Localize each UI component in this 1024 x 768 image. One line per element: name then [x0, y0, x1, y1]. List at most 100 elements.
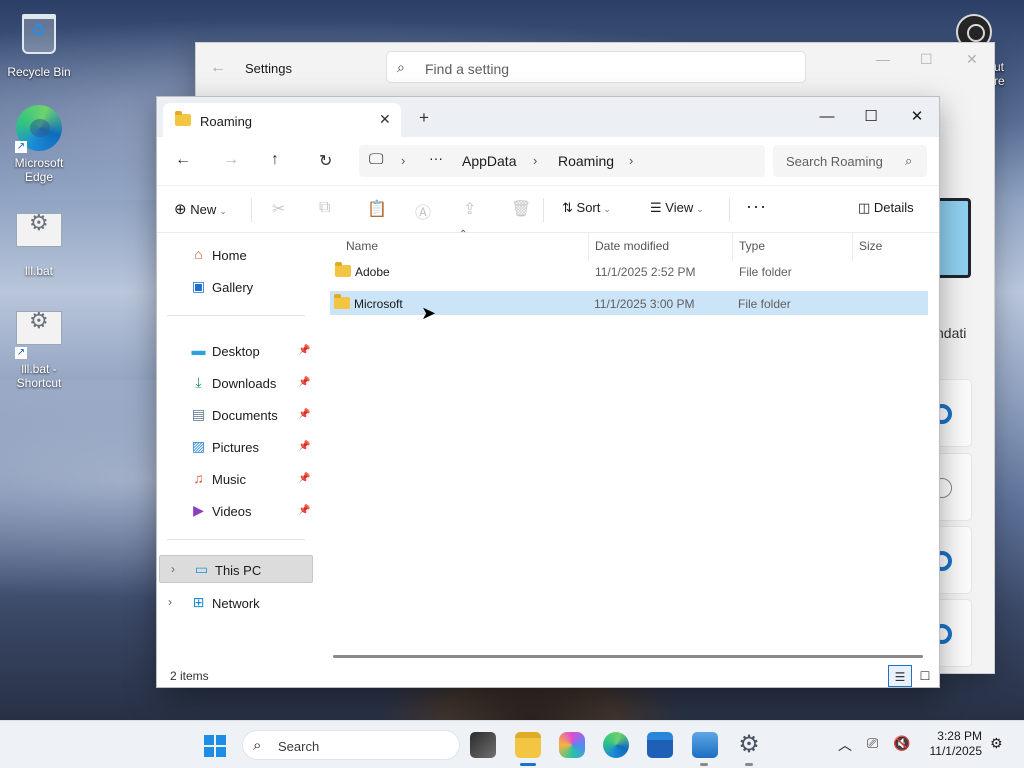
desktop-icon-bat[interactable]: lll.bat [1, 206, 77, 278]
pin-icon[interactable]: 📌 [298, 345, 310, 356]
tiles-view-icon[interactable]: ☐ [913, 665, 937, 687]
chevron-up-icon[interactable]: ︿ [838, 735, 852, 755]
details-view-icon[interactable]: ☰ [888, 665, 912, 687]
details-button[interactable]: ◫ Details [858, 200, 914, 216]
notification-icon[interactable]: ⚙ [990, 735, 1003, 752]
photos-icon[interactable] [692, 732, 718, 758]
settings-search-placeholder: Find a setting [425, 61, 510, 77]
share-icon[interactable]: ⇪ [463, 199, 476, 219]
delete-icon[interactable]: 🗑 [511, 199, 531, 219]
close-tab-icon[interactable]: ✕ [379, 111, 391, 128]
sort-button[interactable]: ⇅ Sort ⌄ [562, 200, 611, 216]
chevron-right-icon: › [401, 153, 406, 168]
sidebar-item-gallery[interactable]: ▣ Gallery [157, 273, 313, 301]
minimize-icon[interactable]: — [804, 103, 850, 131]
videos-icon: ▶ [193, 502, 204, 518]
more-locations-icon[interactable]: ··· [429, 150, 443, 166]
pin-icon[interactable]: 📌 [298, 409, 310, 420]
command-bar: ⊕ New ⌄ ✂ ⧉ 📋 Ⓐ ⇪ 🗑 ⇅ Sort ⌄ ☰ View ⌄ ··· ◫… [157, 185, 939, 233]
sidebar-item-label: Pictures [212, 440, 259, 455]
table-row[interactable]: Microsoft 11/1/2025 3:00 PM File folder [330, 291, 928, 315]
new-button[interactable]: ⊕ New ⌄ [174, 200, 227, 218]
desktop-icon-label: lll.bat [24, 264, 53, 278]
sidebar-item-home[interactable]: ⌂ Home [157, 241, 313, 269]
settings-gear-icon[interactable]: ⚙ [736, 732, 762, 758]
sidebar-item-label: Gallery [212, 280, 254, 295]
monitor-icon: 🖵 [369, 151, 384, 168]
documents-icon: ▤ [191, 406, 206, 422]
file-type: File folder [739, 265, 792, 279]
sidebar-item-downloads[interactable]: ⤓ Downloads 📌 [157, 369, 313, 397]
table-row[interactable]: Adobe 11/1/2025 2:52 PM File folder [331, 260, 929, 284]
pc-icon: ▭ [194, 561, 209, 577]
rename-icon[interactable]: Ⓐ [415, 199, 431, 223]
chevron-right-icon[interactable]: › [629, 153, 633, 168]
settings-title: Settings [245, 61, 292, 76]
copy-icon[interactable]: ⧉ [319, 199, 330, 217]
settings-search-input[interactable]: ⌕ Find a setting [386, 51, 806, 83]
maximize-icon[interactable]: ☐ [848, 103, 894, 131]
tab-roaming[interactable]: Roaming ✕ [163, 103, 401, 137]
edge-icon[interactable] [603, 732, 629, 758]
minimize-icon[interactable]: — [876, 51, 890, 67]
chevron-right-icon[interactable]: › [168, 595, 172, 609]
file-explorer-icon[interactable] [515, 732, 541, 758]
taskbar-search-placeholder: Search [278, 739, 320, 754]
pin-icon[interactable]: 📌 [298, 505, 310, 516]
sidebar-item-music[interactable]: ♫ Music 📌 [157, 465, 313, 493]
file-explorer-window[interactable]: Roaming ✕ + — ☐ ✕ ← → ↑ ↻ 🖵 › ··· AppDat… [156, 96, 940, 688]
details-label: Details [873, 200, 914, 215]
maximize-icon[interactable]: ☐ [920, 51, 933, 68]
music-icon: ♫ [193, 470, 204, 486]
system-clock[interactable]: 3:28 PM 11/1/2025 [922, 729, 983, 759]
desktop-icon-edge[interactable]: ↗ Microsoft Edge [1, 104, 77, 184]
column-divider [852, 233, 853, 261]
close-icon[interactable]: ✕ [894, 103, 939, 131]
up-arrow-icon[interactable]: ↑ [271, 151, 279, 169]
sidebar-item-pictures[interactable]: ▨ Pictures 📌 [157, 433, 313, 461]
navigation-pane: ⌂ Home ▣ Gallery ▬ Desktop 📌 ⤓ Downloads… [157, 233, 315, 655]
divider [543, 198, 544, 222]
task-view-icon[interactable] [470, 732, 496, 758]
new-tab-icon[interactable]: + [419, 109, 429, 126]
windows-start-icon[interactable] [204, 735, 226, 757]
more-options-icon[interactable]: ··· [746, 196, 767, 217]
close-icon[interactable]: ✕ [966, 51, 978, 68]
divider [251, 198, 252, 222]
forward-arrow-icon[interactable]: → [223, 151, 239, 169]
volume-muted-icon[interactable]: 🔇 [893, 735, 910, 752]
title-bar[interactable]: Roaming ✕ + — ☐ ✕ [157, 97, 939, 137]
pin-icon[interactable]: 📌 [298, 441, 310, 452]
pin-icon[interactable]: 📌 [298, 377, 310, 388]
breadcrumb-roaming[interactable]: Roaming [558, 153, 614, 169]
sidebar-item-network[interactable]: › ⊞ Network [157, 589, 313, 617]
breadcrumb-appdata[interactable]: AppData [462, 153, 516, 169]
view-button[interactable]: ☰ View ⌄ [650, 200, 704, 216]
desktop-icon-recycle-bin[interactable]: Recycle Bin [1, 10, 77, 79]
sidebar-item-desktop[interactable]: ▬ Desktop 📌 [157, 337, 313, 365]
details-pane-icon: ◫ [858, 200, 871, 215]
taskbar-search-input[interactable]: ⌕ Search [242, 730, 460, 760]
sort-ascending-icon: ⌃ [459, 229, 468, 240]
refresh-icon[interactable]: ↻ [319, 151, 332, 171]
sidebar-item-this-pc[interactable]: › ▭ This PC [159, 555, 313, 583]
sidebar-item-videos[interactable]: ▶ Videos 📌 [157, 497, 313, 525]
desktop-icon-bat-shortcut[interactable]: ↗ lll.bat - Shortcut [1, 304, 77, 390]
back-arrow-icon[interactable]: ← [175, 151, 191, 169]
sort-label: Sort [576, 200, 601, 215]
back-arrow-icon[interactable]: ← [210, 59, 226, 77]
network-status-icon[interactable]: ⎚ [867, 735, 878, 752]
sidebar-item-documents[interactable]: ▤ Documents 📌 [157, 401, 313, 429]
horizontal-scrollbar[interactable] [333, 655, 923, 658]
cut-icon[interactable]: ✂ [272, 199, 285, 219]
clock-date: 11/1/2025 [929, 744, 983, 758]
store-icon[interactable] [647, 732, 673, 758]
sidebar-item-label: Videos [212, 504, 252, 519]
chevron-right-icon: › [533, 153, 538, 168]
address-bar[interactable]: 🖵 › ··· AppData › Roaming › [359, 145, 765, 177]
paste-icon[interactable]: 📋 [367, 199, 387, 219]
pin-icon[interactable]: 📌 [298, 473, 310, 484]
search-input[interactable]: Search Roaming ⌕ [773, 145, 927, 177]
chevron-right-icon[interactable]: › [171, 562, 175, 576]
copilot-icon[interactable] [559, 732, 585, 758]
